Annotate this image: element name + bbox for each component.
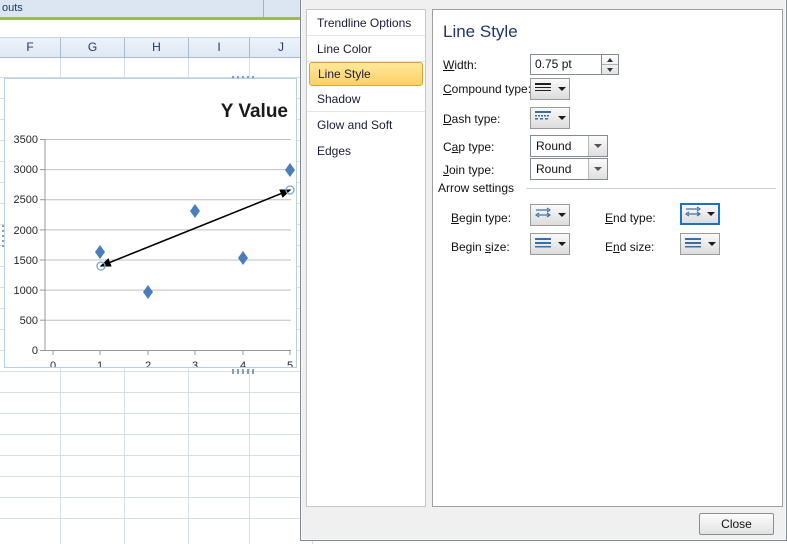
chart-gridlines [45,139,291,321]
svg-text:4: 4 [240,360,246,367]
screen: outs F G H I J Y Value 3500 3000 2500 20… [0,0,787,544]
svg-text:1: 1 [97,360,103,367]
column-header-f[interactable]: F [0,38,61,58]
compound-lines-icon [534,80,551,98]
svg-text:1500: 1500 [14,255,38,267]
svg-text:3500: 3500 [14,134,38,146]
chevron-down-icon[interactable] [588,136,607,156]
column-header-h[interactable]: H [125,38,189,58]
dash-type-button[interactable] [530,107,570,129]
ribbon-tab-label[interactable]: outs [0,0,264,17]
format-trendline-dialog: Trendline Options Line Color Line Style … [300,0,787,541]
close-button[interactable]: Close [699,513,774,535]
arrow-type-icon [534,206,551,224]
chevron-down-icon [557,242,566,246]
chart-object[interactable]: Y Value 3500 3000 2500 2000 1500 1000 50… [4,78,297,372]
cap-type-value: Round [536,139,572,153]
nav-item-glow-and-soft-edges[interactable]: Glow and Soft Edges [307,112,425,158]
chart-x-tick-labels: 0 1 2 3 4 5 [50,360,293,372]
end-type-button[interactable] [680,203,720,225]
cap-type-select[interactable]: Round [530,135,608,157]
svg-text:3000: 3000 [14,164,38,176]
begin-type-button[interactable] [530,204,570,226]
nav-item-line-style[interactable]: Line Style [309,62,423,86]
join-type-value: Round [536,162,572,176]
join-type-label: Join type: [443,163,495,177]
arrow-settings-divider [526,188,776,189]
chart-title: Y Value [220,101,288,122]
dialog-nav-list[interactable]: Trendline Options Line Color Line Style … [306,9,426,507]
chevron-down-icon[interactable] [588,159,607,179]
svg-text:5: 5 [287,360,293,367]
begin-size-button[interactable] [530,233,570,255]
join-type-select[interactable]: Round [530,158,608,180]
column-header-i[interactable]: I [189,38,250,58]
arrow-settings-group-label: Arrow settings [438,181,515,195]
chevron-down-icon [707,212,715,216]
chevron-down-icon [557,116,566,120]
svg-text:1000: 1000 [14,285,38,297]
svg-text:2500: 2500 [14,194,38,206]
column-header-g[interactable]: G [61,38,125,58]
arrow-type-icon [684,205,702,223]
arrow-size-icon [534,235,551,253]
panel-title: Line Style [443,22,518,41]
end-type-label: End type: [605,211,656,225]
chevron-down-icon [557,87,566,91]
compound-type-label: Compound type: [443,82,532,96]
chevron-down-icon [707,242,716,246]
begin-type-label: Begin type: [451,211,512,225]
cap-type-label: Cap type: [443,140,495,154]
width-label: Width: [443,58,478,72]
svg-text:500: 500 [20,315,38,327]
svg-text:0: 0 [32,345,38,357]
width-input[interactable]: 0.75 pt [530,54,602,75]
dash-lines-icon [534,109,551,127]
nav-item-line-color[interactable]: Line Color [307,36,425,62]
arrow-size-icon [684,235,701,253]
end-size-button[interactable] [680,233,720,255]
svg-text:0: 0 [50,360,56,367]
chart-y-ticks [40,139,45,351]
chevron-down-icon [557,213,566,217]
compound-type-button[interactable] [530,78,570,100]
nav-item-shadow[interactable]: Shadow [307,86,425,112]
dash-type-label: Dash type: [443,112,501,126]
svg-text:2000: 2000 [14,225,38,237]
chart-data-markers [95,163,295,299]
begin-size-label: Begin size: [451,240,510,254]
end-size-label: End size: [605,240,655,254]
width-stepper[interactable] [602,54,619,75]
chart-resize-handle-bottom[interactable] [232,369,254,374]
svg-text:3: 3 [192,360,198,367]
chart-trendline-b[interactable] [100,189,292,267]
chart-y-tick-labels: 3500 3000 2500 2000 1500 1000 500 0 [14,134,38,357]
svg-text:2: 2 [145,360,151,367]
nav-item-trendline-options[interactable]: Trendline Options [307,10,425,36]
dialog-main-panel: Line Style Width: 0.75 pt Compound type: [432,9,783,507]
